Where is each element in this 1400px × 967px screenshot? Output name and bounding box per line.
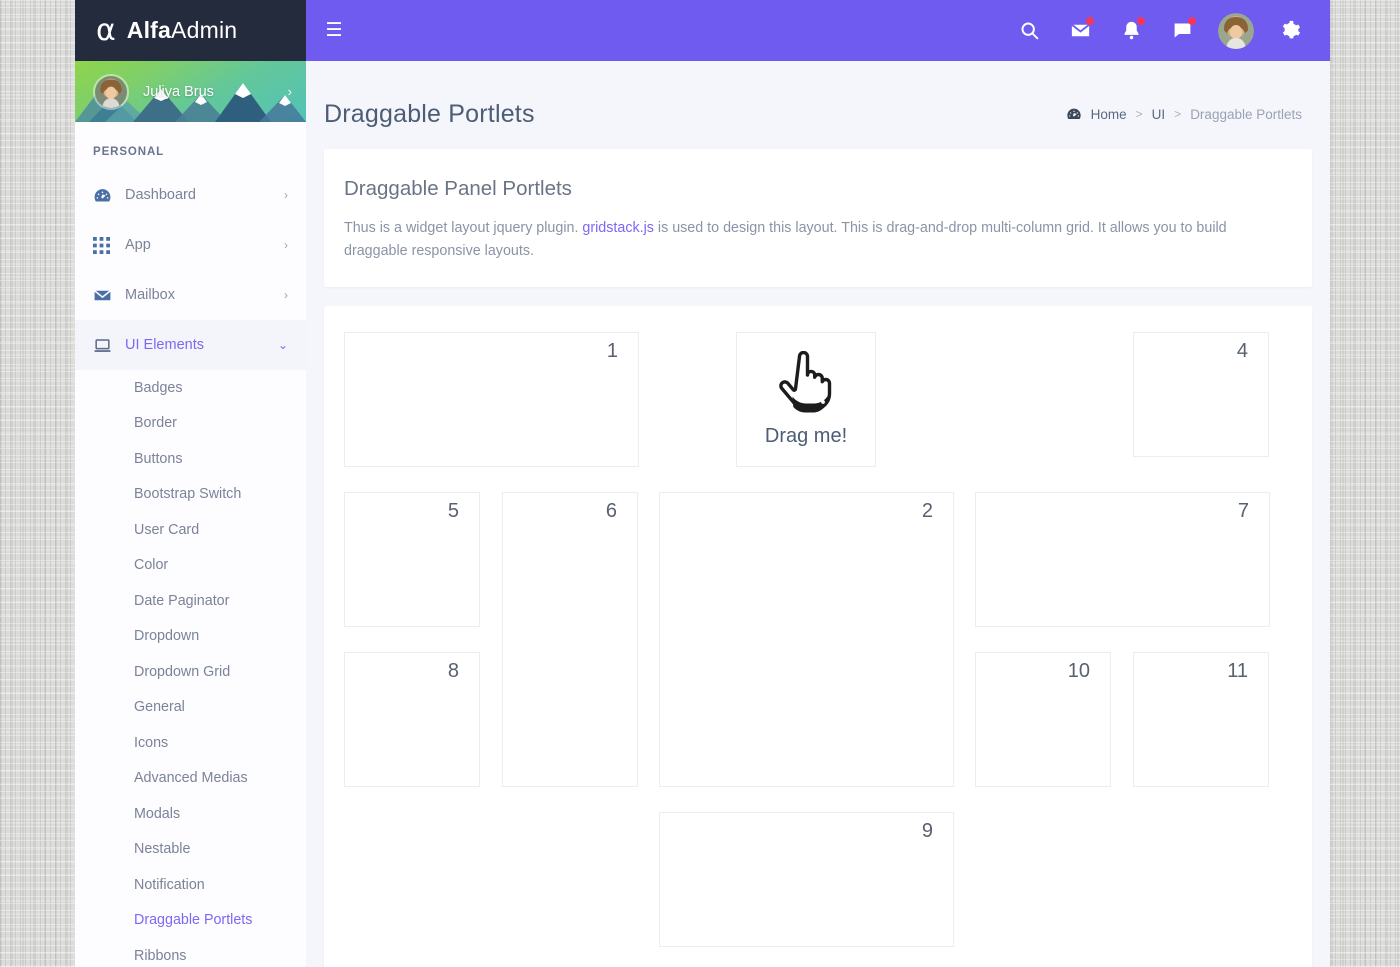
portlet-2[interactable]: 2 <box>659 492 954 788</box>
chevron-right-icon: › <box>287 84 292 99</box>
portlet-7[interactable]: 7 <box>975 492 1270 628</box>
sidebar-subitem-nestable[interactable]: Nestable <box>75 832 306 868</box>
sidebar-subitem-user-card[interactable]: User Card <box>75 512 306 548</box>
bell-badge-dot <box>1137 16 1145 25</box>
chevron-right-icon: › <box>284 188 288 202</box>
breadcrumb: Home > UI > Draggable Portlets <box>1066 106 1302 122</box>
sidebar-section-label: PERSONAL <box>93 146 165 158</box>
top-navbar: ☰ <box>306 0 1330 61</box>
alfa-logo-icon: α <box>96 12 116 48</box>
breadcrumb-home[interactable]: Home <box>1091 107 1127 122</box>
gridstack-link[interactable]: gridstack.js <box>582 220 654 236</box>
envelope-icon <box>93 286 125 305</box>
main-content: Draggable Portlets Home > UI > Draggable… <box>306 61 1330 967</box>
brand-title: AlfaAdmin <box>127 17 237 44</box>
bell-icon[interactable] <box>1116 16 1146 46</box>
sidebar-subitem-notification[interactable]: Notification <box>75 867 306 903</box>
intro-text-before: Thus is a widget layout jquery plugin. <box>344 220 583 236</box>
sidebar-item-label: Dashboard <box>125 187 196 203</box>
page-header: Draggable Portlets Home > UI > Draggable… <box>306 61 1330 139</box>
sidebar: Juliya Brus › PERSONAL Dashboard › App ›… <box>75 61 306 967</box>
avatar[interactable] <box>1218 12 1254 49</box>
drag-me-label: Drag me! <box>764 425 848 448</box>
sidebar-subitem-modals[interactable]: Modals <box>75 796 306 832</box>
sidebar-subitem-badges[interactable]: Badges <box>75 370 306 406</box>
chat-icon[interactable] <box>1167 16 1197 46</box>
breadcrumb-ui[interactable]: UI <box>1152 107 1166 122</box>
breadcrumb-current: Draggable Portlets <box>1190 106 1302 122</box>
sidebar-avatar <box>93 73 129 110</box>
sidebar-item-mailbox[interactable]: Mailbox › <box>75 270 306 320</box>
chevron-down-icon: ⌄ <box>277 338 288 352</box>
sidebar-subitem-dropdown[interactable]: Dropdown <box>75 619 306 655</box>
intro-text: Thus is a widget layout jquery plugin. g… <box>344 217 1244 263</box>
portlet-5[interactable]: 5 <box>344 492 480 628</box>
gear-icon[interactable] <box>1275 16 1305 46</box>
portlet-6[interactable]: 6 <box>502 492 638 788</box>
pointing-hand-icon <box>779 351 832 413</box>
sidebar-profile-name: Juliya Brus <box>143 83 214 100</box>
portlet-drag-handle[interactable]: Drag me! <box>736 332 876 468</box>
sidebar-item-app[interactable]: App › <box>75 220 306 270</box>
portlet-1[interactable]: 1 <box>344 332 639 468</box>
chevron-right-icon: › <box>284 288 288 302</box>
sidebar-subitem-buttons[interactable]: Buttons <box>75 441 306 477</box>
mail-badge-dot <box>1086 16 1094 25</box>
sidebar-item-ui-elements[interactable]: UI Elements ⌄ <box>75 320 306 370</box>
sidebar-subitem-ribbons[interactable]: Ribbons <box>75 938 306 967</box>
portlet-grid-card: 1 Drag me! 4 5 6 2 7 8 10 11 9 <box>324 306 1312 967</box>
page-title: Draggable Portlets <box>324 99 535 128</box>
sidebar-subitem-advanced-medias[interactable]: Advanced Medias <box>75 761 306 797</box>
brand-name-light: Admin <box>171 17 238 43</box>
chat-badge-dot <box>1188 16 1196 25</box>
breadcrumb-separator: > <box>1135 107 1143 121</box>
intro-heading: Draggable Panel Portlets <box>344 177 572 200</box>
sidebar-subitem-icons[interactable]: Icons <box>75 725 306 761</box>
sidebar-subitem-dropdown-grid[interactable]: Dropdown Grid <box>75 654 306 690</box>
portlet-4[interactable]: 4 <box>1133 332 1269 458</box>
speedometer-icon <box>93 186 125 205</box>
chevron-right-icon: › <box>284 238 288 252</box>
sidebar-subitem-draggable-portlets[interactable]: Draggable Portlets <box>75 903 306 939</box>
brand-bar: α AlfaAdmin <box>75 0 306 61</box>
sidebar-item-label: Mailbox <box>125 287 175 303</box>
sidebar-subitem-border[interactable]: Border <box>75 406 306 442</box>
mail-icon[interactable] <box>1065 16 1095 46</box>
sidebar-submenu: Badges Border Buttons Bootstrap Switch U… <box>75 370 306 967</box>
top-bar-actions <box>1014 12 1330 49</box>
menu-toggle-icon[interactable]: ☰ <box>314 11 354 51</box>
search-icon[interactable] <box>1014 16 1044 46</box>
portlet-11[interactable]: 11 <box>1133 652 1269 788</box>
app-window: α AlfaAdmin ☰ Juliya Brus › PERSONAL Das… <box>75 0 1330 967</box>
sidebar-item-label: App <box>125 237 151 253</box>
sidebar-profile[interactable]: Juliya Brus › <box>75 61 306 122</box>
home-speedometer-icon <box>1066 106 1082 122</box>
grid-icon <box>93 236 125 254</box>
sidebar-subitem-bootstrap-switch[interactable]: Bootstrap Switch <box>75 477 306 513</box>
intro-card: Draggable Panel Portlets Thus is a widge… <box>324 149 1312 288</box>
sidebar-item-label: UI Elements <box>125 337 204 353</box>
portlet-8[interactable]: 8 <box>344 652 480 788</box>
sidebar-subitem-color[interactable]: Color <box>75 548 306 584</box>
brand-name-bold: Alfa <box>126 17 172 43</box>
portlet-10[interactable]: 10 <box>975 652 1111 788</box>
portlet-9[interactable]: 9 <box>659 812 954 948</box>
sidebar-subitem-general[interactable]: General <box>75 690 306 726</box>
sidebar-item-dashboard[interactable]: Dashboard › <box>75 170 306 220</box>
sidebar-subitem-date-paginator[interactable]: Date Paginator <box>75 583 306 619</box>
portlet-grid: 1 Drag me! 4 5 6 2 7 8 10 11 9 <box>332 314 1304 967</box>
laptop-icon <box>93 336 125 355</box>
breadcrumb-separator: > <box>1174 107 1182 121</box>
